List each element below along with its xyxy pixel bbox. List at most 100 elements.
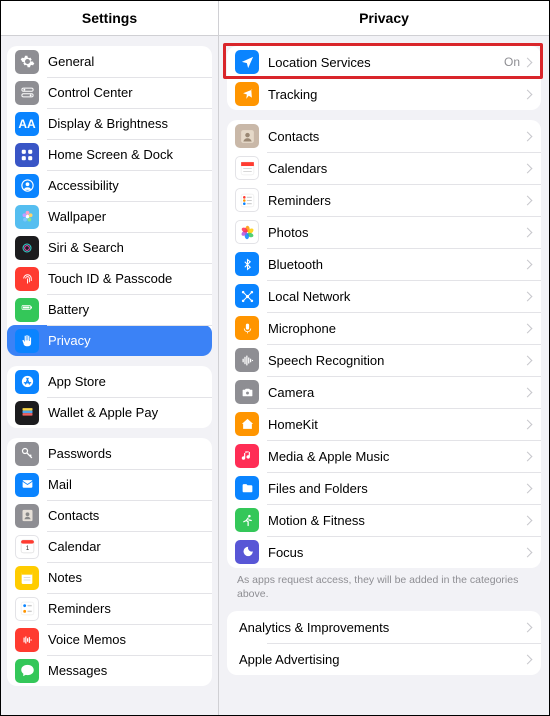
hand-icon — [15, 329, 39, 353]
privacy-item-calendars[interactable]: Calendars — [227, 152, 541, 184]
sidebar-item-wallpaper[interactable]: Wallpaper — [7, 201, 212, 232]
row-label: Photos — [268, 225, 524, 240]
privacy-item-motion[interactable]: Motion & Fitness — [227, 504, 541, 536]
home-icon — [235, 412, 259, 436]
sidebar-item-siri[interactable]: Siri & Search — [7, 232, 212, 263]
speech-icon — [235, 348, 259, 372]
chevron-right-icon — [523, 483, 533, 493]
row-label: Calendars — [268, 161, 524, 176]
main-title: Privacy — [219, 1, 549, 36]
row-label: Messages — [48, 663, 202, 678]
chevron-right-icon — [523, 291, 533, 301]
row-label: Calendar — [48, 539, 202, 554]
messages-icon — [15, 659, 39, 683]
row-label: HomeKit — [268, 417, 524, 432]
photos-icon — [235, 220, 259, 244]
sidebar-item-messages[interactable]: Messages — [7, 655, 212, 686]
tracking-icon — [235, 82, 259, 106]
sidebar-item-passwords[interactable]: Passwords — [7, 438, 212, 469]
chevron-right-icon — [523, 654, 533, 664]
main-panel: Privacy Location ServicesOn Tracking Conta… — [219, 1, 549, 715]
sidebar-item-appstore[interactable]: App Store — [7, 366, 212, 397]
calendars-icon — [235, 156, 259, 180]
chevron-right-icon — [523, 451, 533, 461]
row-label: Tracking — [268, 87, 524, 102]
AA-icon: AA — [15, 112, 39, 136]
reminders2-icon — [235, 188, 259, 212]
row-label: Focus — [268, 545, 524, 560]
moon-icon — [235, 540, 259, 564]
privacy-item-mic[interactable]: Microphone — [227, 312, 541, 344]
chevron-right-icon — [523, 89, 533, 99]
battery-icon — [15, 298, 39, 322]
row-label: Local Network — [268, 289, 524, 304]
row-label: Voice Memos — [48, 632, 202, 647]
row-label: Reminders — [268, 193, 524, 208]
row-label: Accessibility — [48, 178, 202, 193]
privacy-item-analytics[interactable]: Analytics & Improvements — [227, 611, 541, 643]
privacy-item-camera[interactable]: Camera — [227, 376, 541, 408]
sidebar-item-contacts[interactable]: Contacts — [7, 500, 212, 531]
privacy-item-tracking[interactable]: Tracking — [227, 78, 541, 110]
reminders-icon — [15, 597, 39, 621]
motion-icon — [235, 508, 259, 532]
sidebar-list: General Control Center AA Display & Brightn… — [1, 36, 218, 715]
contacts-icon — [15, 504, 39, 528]
row-label: Battery — [48, 302, 202, 317]
sidebar-item-wallet[interactable]: Wallet & Apple Pay — [7, 397, 212, 428]
privacy-item-files[interactable]: Files and Folders — [227, 472, 541, 504]
sidebar-item-privacy[interactable]: Privacy — [7, 325, 212, 356]
row-label: Analytics & Improvements — [239, 620, 524, 635]
chevron-right-icon — [523, 355, 533, 365]
privacy-item-speech[interactable]: Speech Recognition — [227, 344, 541, 376]
row-label: Wallpaper — [48, 209, 202, 224]
row-label: Microphone — [268, 321, 524, 336]
privacy-item-location[interactable]: Location ServicesOn — [227, 46, 541, 78]
privacy-item-media[interactable]: Media & Apple Music — [227, 440, 541, 472]
sidebar-item-voicememos[interactable]: Voice Memos — [7, 624, 212, 655]
sidebar-item-control-center[interactable]: Control Center — [7, 77, 212, 108]
row-label: General — [48, 54, 202, 69]
sidebar-item-general[interactable]: General — [7, 46, 212, 77]
row-label: Display & Brightness — [48, 116, 202, 131]
group-footnote: As apps request access, they will be add… — [237, 574, 531, 601]
chevron-right-icon — [523, 515, 533, 525]
row-label: Contacts — [268, 129, 524, 144]
gear-icon — [15, 50, 39, 74]
fingerprint-icon — [15, 267, 39, 291]
row-label: Reminders — [48, 601, 202, 616]
voice-icon — [15, 628, 39, 652]
row-label: Wallet & Apple Pay — [48, 405, 202, 420]
person-icon — [15, 174, 39, 198]
privacy-item-bluetooth[interactable]: Bluetooth — [227, 248, 541, 280]
sidebar: Settings GeneralControl CenterAADisplay … — [1, 1, 219, 715]
appstore-icon — [15, 370, 39, 394]
sidebar-item-display[interactable]: AA Display & Brightness — [7, 108, 212, 139]
sidebar-item-notes[interactable]: Notes — [7, 562, 212, 593]
sidebar-item-accessibility[interactable]: Accessibility — [7, 170, 212, 201]
row-label: Camera — [268, 385, 524, 400]
privacy-item-photos[interactable]: Photos — [227, 216, 541, 248]
mail-icon — [15, 473, 39, 497]
sidebar-item-battery[interactable]: Battery — [7, 294, 212, 325]
privacy-item-localnet[interactable]: Local Network — [227, 280, 541, 312]
privacy-item-homekit[interactable]: HomeKit — [227, 408, 541, 440]
row-label: Mail — [48, 477, 202, 492]
chevron-right-icon — [523, 622, 533, 632]
sidebar-item-touchid[interactable]: Touch ID & Passcode — [7, 263, 212, 294]
siri-icon — [15, 236, 39, 260]
key-icon — [15, 442, 39, 466]
main-list: Location ServicesOn Tracking Contacts Calen… — [219, 36, 549, 715]
privacy-item-reminders2[interactable]: Reminders — [227, 184, 541, 216]
row-label: Contacts — [48, 508, 202, 523]
sidebar-item-calendar[interactable]: 1Calendar — [7, 531, 212, 562]
privacy-item-focus[interactable]: Focus — [227, 536, 541, 568]
chevron-right-icon — [523, 131, 533, 141]
sidebar-item-home-screen[interactable]: Home Screen & Dock — [7, 139, 212, 170]
row-label: Notes — [48, 570, 202, 585]
sidebar-item-reminders[interactable]: Reminders — [7, 593, 212, 624]
privacy-item-contacts2[interactable]: Contacts — [227, 120, 541, 152]
privacy-item-ads[interactable]: Apple Advertising — [227, 643, 541, 675]
sidebar-item-mail[interactable]: Mail — [7, 469, 212, 500]
localnet-icon — [235, 284, 259, 308]
